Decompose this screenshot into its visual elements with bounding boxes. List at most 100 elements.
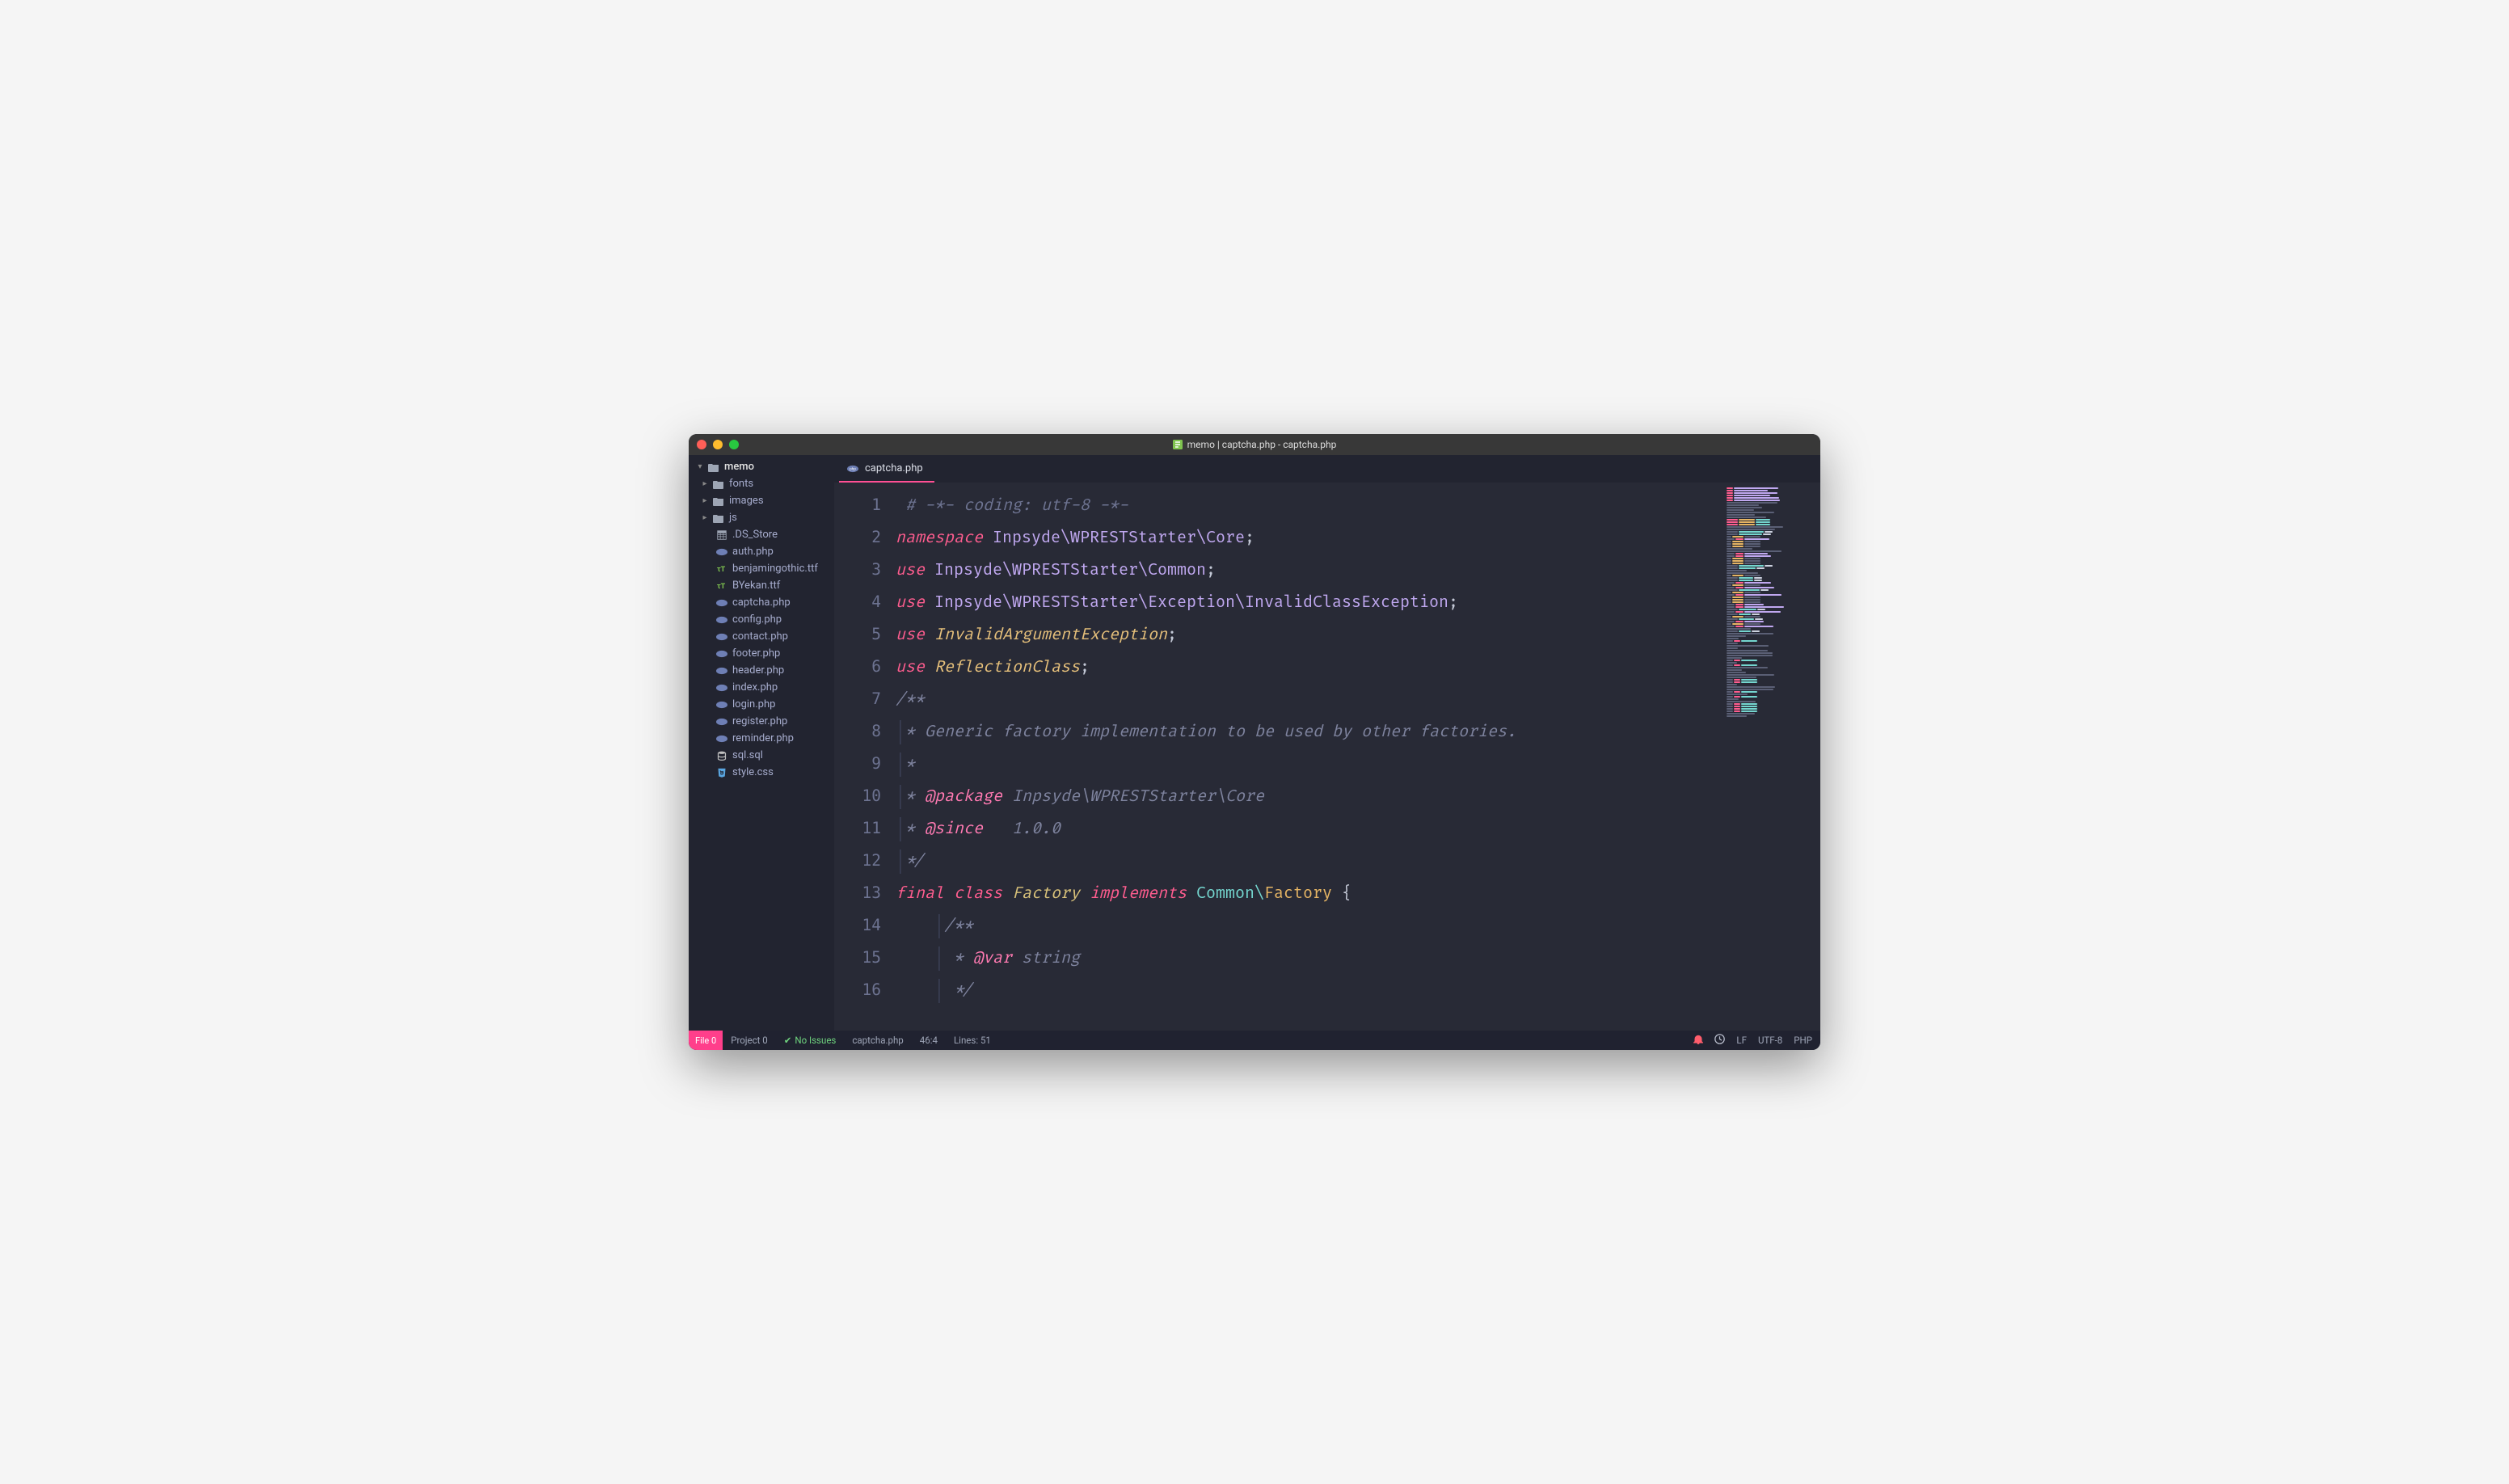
chevron-right-icon: ▸: [702, 513, 708, 522]
status-file-badge[interactable]: File 0: [689, 1031, 723, 1050]
folder-icon: [708, 462, 719, 472]
minimize-button[interactable]: [713, 440, 723, 449]
line-number: 9: [834, 748, 881, 780]
clock-icon[interactable]: [1714, 1034, 1725, 1047]
tree-file[interactable]: footer.php: [689, 645, 834, 662]
line-number: 2: [834, 521, 881, 554]
php-file-icon: [716, 684, 727, 692]
tree-item-label: style.css: [732, 766, 774, 778]
status-filepath: captcha.php: [844, 1031, 911, 1050]
tree-file[interactable]: register.php: [689, 713, 834, 730]
tree-file[interactable]: reminder.php: [689, 730, 834, 747]
tree-folder[interactable]: ▸ images: [689, 492, 834, 509]
svg-text:τT: τT: [717, 583, 726, 591]
line-number: 12: [834, 845, 881, 877]
status-encoding[interactable]: UTF-8: [1758, 1035, 1782, 1046]
line-gutter: 12345678910111213141516: [834, 483, 892, 1031]
minimap[interactable]: [1723, 483, 1820, 1031]
tree-file[interactable]: login.php: [689, 696, 834, 713]
tree-item-label: index.php: [732, 681, 778, 694]
db-file-icon: [716, 751, 727, 761]
tree-file[interactable]: header.php: [689, 662, 834, 679]
tree-item-label: fonts: [729, 478, 753, 490]
line-number: 11: [834, 812, 881, 845]
file-tree[interactable]: ▾ memo ▸ fonts ▸ images ▸ js .DS_: [689, 455, 834, 1031]
chevron-down-icon: ▾: [697, 462, 703, 471]
status-cursor-pos[interactable]: 46:4: [912, 1031, 946, 1050]
folder-icon: [713, 513, 724, 523]
line-number: 13: [834, 877, 881, 909]
editor-body: 12345678910111213141516 # -*- coding: ut…: [834, 483, 1820, 1031]
tree-file[interactable]: auth.php: [689, 543, 834, 560]
tree-file[interactable]: .DS_Store: [689, 526, 834, 543]
bell-icon[interactable]: [1693, 1035, 1703, 1047]
line-number: 10: [834, 780, 881, 812]
code-editor[interactable]: # -*- coding: utf-8 -*-namespace Inpsyde…: [892, 483, 1723, 1031]
tree-item-label: benjamingothic.ttf: [732, 563, 818, 575]
php-file-icon: [716, 548, 727, 556]
tree-item-label: register.php: [732, 715, 787, 727]
main-area: ▾ memo ▸ fonts ▸ images ▸ js .DS_: [689, 455, 1820, 1031]
app-window: memo | captcha.php - captcha.php ▾ memo …: [689, 434, 1820, 1050]
tree-item-label: captcha.php: [732, 597, 791, 609]
tree-root[interactable]: ▾ memo: [689, 458, 834, 475]
close-button[interactable]: [697, 440, 706, 449]
status-language[interactable]: PHP: [1794, 1035, 1812, 1046]
tree-file[interactable]: τTbenjamingothic.ttf: [689, 560, 834, 577]
php-file-icon: [716, 650, 727, 658]
tree-file[interactable]: τTBYekan.ttf: [689, 577, 834, 594]
tab-bar: php captcha.php: [834, 455, 1820, 483]
tree-item-label: sql.sql: [732, 749, 763, 761]
titlebar: memo | captcha.php - captcha.php: [689, 434, 1820, 455]
status-project-badge[interactable]: Project 0: [723, 1031, 776, 1050]
php-file-icon: [1173, 440, 1183, 449]
tree-item-label: auth.php: [732, 546, 774, 558]
tree-file[interactable]: index.php: [689, 679, 834, 696]
tree-item-label: contact.php: [732, 630, 788, 643]
tab-captcha[interactable]: php captcha.php: [839, 456, 934, 483]
status-issues[interactable]: ✔ No Issues: [776, 1031, 845, 1050]
folder-icon: [713, 479, 724, 489]
php-file-icon: [716, 735, 727, 743]
status-line-count: Lines: 51: [946, 1031, 999, 1050]
line-number: 15: [834, 942, 881, 974]
php-file-icon: [716, 616, 727, 624]
chevron-right-icon: ▸: [702, 496, 708, 505]
php-file-icon: [716, 701, 727, 709]
tree-file[interactable]: sql.sql: [689, 747, 834, 764]
line-number: 6: [834, 651, 881, 683]
window-controls: [697, 440, 739, 449]
php-file-icon: [716, 599, 727, 607]
maximize-button[interactable]: [729, 440, 739, 449]
status-line-ending[interactable]: LF: [1736, 1035, 1747, 1046]
tree-item-label: images: [729, 495, 764, 507]
tree-file[interactable]: config.php: [689, 611, 834, 628]
tree-file[interactable]: style.css: [689, 764, 834, 781]
php-file-icon: php: [847, 463, 858, 474]
tree-folder[interactable]: ▸ fonts: [689, 475, 834, 492]
tree-item-label: login.php: [732, 698, 775, 710]
tree-file[interactable]: captcha.php: [689, 594, 834, 611]
php-file-icon: [716, 667, 727, 675]
tree-item-label: footer.php: [732, 647, 780, 660]
tree-item-label: .DS_Store: [732, 529, 778, 541]
php-file-icon: [716, 633, 727, 641]
php-file-icon: [716, 718, 727, 726]
tree-folder[interactable]: ▸ js: [689, 509, 834, 526]
line-number: 16: [834, 974, 881, 1006]
tree-file[interactable]: contact.php: [689, 628, 834, 645]
line-number: 8: [834, 715, 881, 748]
tree-item-label: config.php: [732, 613, 782, 626]
svg-text:php: php: [850, 466, 856, 470]
tree-item-label: header.php: [732, 664, 784, 677]
ds-file-icon: [716, 530, 727, 540]
line-number: 4: [834, 586, 881, 618]
font-file-icon: τT: [716, 581, 727, 591]
window-title-text: memo | captcha.php - captcha.php: [1187, 439, 1337, 450]
css-file-icon: [716, 768, 727, 778]
line-number: 14: [834, 909, 881, 942]
line-number: 1: [834, 489, 881, 521]
line-number: 5: [834, 618, 881, 651]
tree-item-label: reminder.php: [732, 732, 794, 744]
chevron-right-icon: ▸: [702, 479, 708, 488]
